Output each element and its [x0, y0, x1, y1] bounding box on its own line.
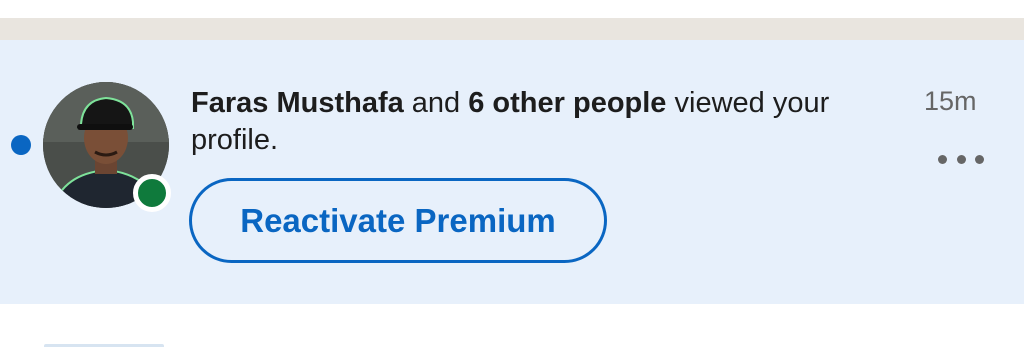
- timestamp: 15m: [924, 86, 977, 116]
- more-dot: [956, 154, 966, 164]
- top-spacer: [0, 0, 1024, 18]
- reactivate-premium-button[interactable]: Reactivate Premium: [189, 178, 607, 263]
- others-count[interactable]: 6 other people: [468, 87, 666, 119]
- notification-message[interactable]: Faras Musthafa and 6 other people viewed…: [191, 85, 891, 159]
- connector-text: and: [403, 87, 469, 119]
- actor-name[interactable]: Faras Musthafa: [191, 87, 404, 119]
- more-options-icon[interactable]: [938, 150, 984, 168]
- online-status-icon: [133, 174, 171, 212]
- more-dot: [938, 154, 947, 164]
- more-dot: [975, 154, 984, 164]
- unread-indicator-dot: [11, 135, 31, 155]
- section-separator: [0, 18, 1024, 40]
